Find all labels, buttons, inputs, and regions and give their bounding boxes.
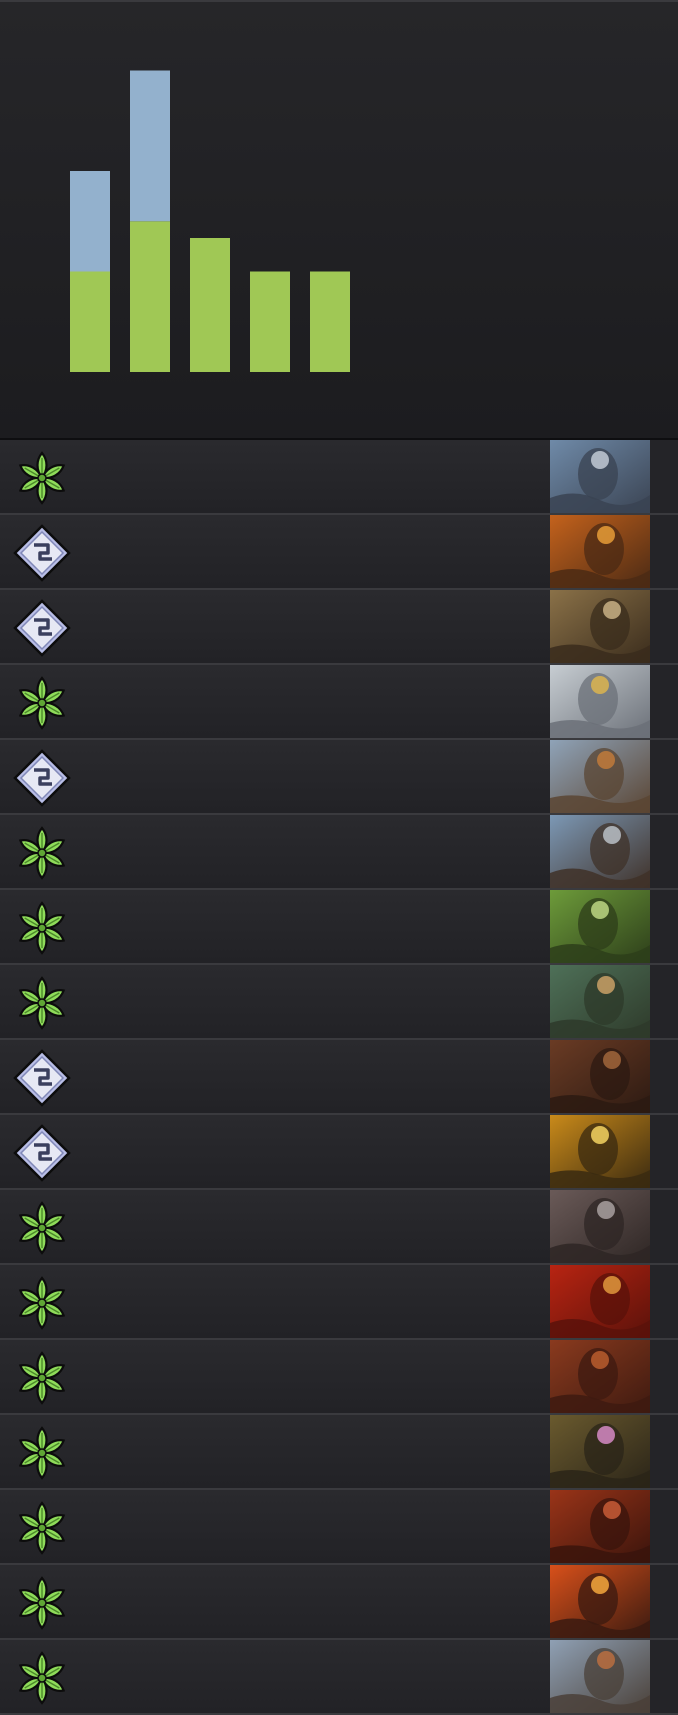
nature-leaf-icon xyxy=(12,823,72,883)
row-gutter xyxy=(650,1340,678,1413)
bar-2-segment-1 xyxy=(130,221,170,372)
card-row[interactable] xyxy=(0,740,678,815)
row-gutter xyxy=(650,1115,678,1188)
bar-2-segment-2 xyxy=(130,70,170,222)
row-gutter xyxy=(650,1040,678,1113)
nature-leaf-icon xyxy=(12,1198,72,1258)
nature-leaf-icon xyxy=(12,973,72,1033)
card-row[interactable] xyxy=(0,590,678,665)
card-row[interactable] xyxy=(0,965,678,1040)
card-row[interactable] xyxy=(0,1265,678,1340)
card-row[interactable] xyxy=(0,1490,678,1565)
row-gutter xyxy=(650,965,678,1038)
card-row[interactable] xyxy=(0,815,678,890)
card-row[interactable] xyxy=(0,1115,678,1190)
bar-4-segment-1 xyxy=(250,271,290,372)
card-art-molten-fire xyxy=(550,1565,650,1638)
row-gutter xyxy=(650,665,678,738)
card-art-bearded-fire-giant xyxy=(550,1490,650,1563)
nature-leaf-icon xyxy=(12,1573,72,1633)
card-art-eagle-eye xyxy=(550,665,650,738)
mana-curve-svg xyxy=(70,70,350,372)
card-art-skull-flower xyxy=(550,1415,650,1488)
nature-leaf-icon xyxy=(12,1498,72,1558)
card-row[interactable] xyxy=(0,1190,678,1265)
card-art-woman-warrior xyxy=(550,590,650,663)
card-art-axe-brawler xyxy=(550,740,650,813)
neutral-diamond-icon xyxy=(12,1048,72,1108)
card-row[interactable] xyxy=(0,1340,678,1415)
neutral-diamond-icon xyxy=(12,748,72,808)
row-gutter xyxy=(650,1565,678,1638)
card-row[interactable] xyxy=(0,1040,678,1115)
nature-leaf-icon xyxy=(12,673,72,733)
neutral-diamond-icon xyxy=(12,598,72,658)
card-art-glowing-mage xyxy=(550,1115,650,1188)
card-art-dark-knight-battle xyxy=(550,1190,650,1263)
card-row[interactable] xyxy=(0,1640,678,1715)
row-gutter xyxy=(650,515,678,588)
nature-leaf-icon xyxy=(12,1648,72,1708)
card-art-cat-folk-archers xyxy=(550,965,650,1038)
nature-leaf-icon xyxy=(12,448,72,508)
bar-5-segment-1 xyxy=(310,271,350,372)
nature-leaf-icon xyxy=(12,898,72,958)
card-art-red-brute xyxy=(550,1340,650,1413)
row-gutter xyxy=(650,815,678,888)
card-art-rock-giant-climber xyxy=(550,440,650,513)
nature-leaf-icon xyxy=(12,1348,72,1408)
card-art-deer-silhouette-hunter xyxy=(550,890,650,963)
row-gutter xyxy=(650,1640,678,1713)
row-gutter xyxy=(650,440,678,513)
row-gutter xyxy=(650,590,678,663)
card-row[interactable] xyxy=(0,890,678,965)
bar-3-segment-1 xyxy=(190,238,230,372)
bar-1-segment-2 xyxy=(70,171,110,272)
bar-1-segment-1 xyxy=(70,271,110,372)
card-row[interactable] xyxy=(0,665,678,740)
neutral-diamond-icon xyxy=(12,523,72,583)
nature-leaf-icon xyxy=(12,1273,72,1333)
row-gutter xyxy=(650,1190,678,1263)
row-gutter xyxy=(650,740,678,813)
card-list xyxy=(0,440,678,1715)
card-art-shouting-swordsman xyxy=(550,815,650,888)
card-row[interactable] xyxy=(0,440,678,515)
mana-curve-chart xyxy=(0,0,678,438)
nature-leaf-icon xyxy=(12,1423,72,1483)
neutral-diamond-icon xyxy=(12,1123,72,1183)
deck-view xyxy=(0,0,678,1715)
card-art-fire-charge xyxy=(550,1265,650,1338)
card-art-horned-viking xyxy=(550,1640,650,1713)
row-gutter xyxy=(650,1490,678,1563)
row-gutter xyxy=(650,1415,678,1488)
card-art-armored-warrior-sunset xyxy=(550,515,650,588)
row-gutter xyxy=(650,890,678,963)
card-row[interactable] xyxy=(0,1565,678,1640)
card-row[interactable] xyxy=(0,515,678,590)
row-gutter xyxy=(650,1265,678,1338)
card-row[interactable] xyxy=(0,1415,678,1490)
card-art-hooded-dwarf xyxy=(550,1040,650,1113)
